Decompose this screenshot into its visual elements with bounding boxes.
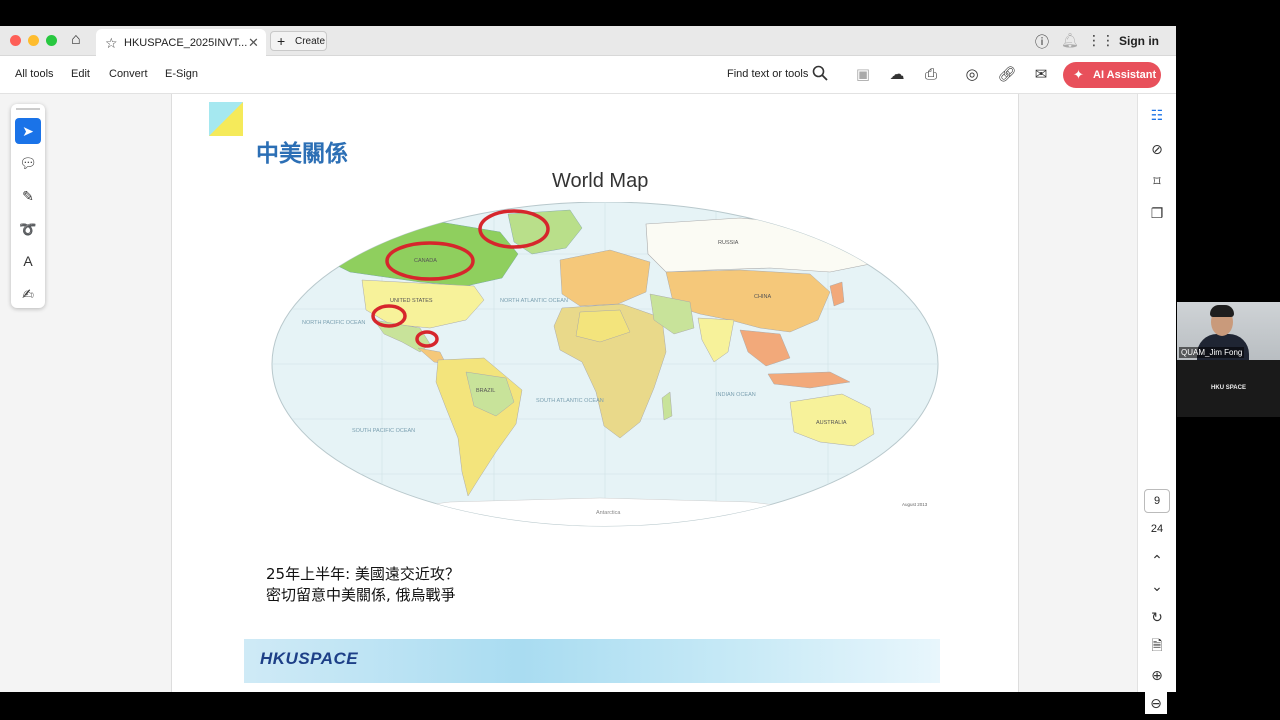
footer-banner: HKUSPACE [244,639,940,683]
minimize-window-icon[interactable] [28,35,39,46]
link-icon[interactable]: 🔗︎ [997,65,1017,85]
caption-line-2: 密切留意中美關係, 俄烏戰爭 [266,586,456,604]
page-settings-icon[interactable]: 🗎︎ [1146,634,1168,656]
refresh-icon[interactable]: ↻ [1146,606,1168,628]
label-south-atlantic: SOUTH ATLANTIC OCEAN [536,398,604,404]
comments-panel-icon[interactable]: ☷ [1146,104,1168,126]
pen-tool-icon[interactable]: ✎ [15,183,41,209]
share-icon[interactable]: ◎ [962,65,982,85]
quick-tools-bar: ➤ 💬︎ ✎ ➰ A ✍ [11,104,45,308]
ai-assistant-label: AI Assistant [1093,69,1157,81]
russia [645,217,881,273]
participant-video: QUAM_Jim Fong [1177,302,1280,360]
map-date: August 2013 [902,502,928,507]
right-panel: ☷ ⊘ ⌑ ❐ 9 24 ⌃ ⌄ ↻ 🗎︎ ⊕ [1137,94,1176,692]
attachments-icon[interactable]: ⊘ [1146,138,1168,160]
signature-tool-icon[interactable]: ✍ [15,281,41,307]
label-canada: CANADA [414,258,437,264]
map-title: World Map [552,170,649,192]
email-icon[interactable]: ✉ [1031,65,1051,85]
select-cursor-tool-icon[interactable]: ➤ [15,118,41,144]
pdf-page: 中美關係 World Map CANADA UNITED STATES BRAZ… [171,94,1019,692]
apps-grid-icon[interactable]: ⋮⋮ [1087,32,1115,49]
video-call-overlay: QUAM_Jim Fong HKU SPACE [1177,302,1280,417]
create-button[interactable]: + Create [270,31,327,51]
lasso-tool-icon[interactable]: ➰ [15,216,41,242]
label-china: CHINA [754,294,771,300]
caption-line-1: 25年上半年: 美國遠交近攻？ [266,565,460,583]
participant-org: HKU SPACE [1211,385,1246,391]
participant-tile: HKU SPACE [1177,360,1280,417]
label-indian-ocean: INDIAN OCEAN [716,392,756,398]
find-text-tools[interactable]: Find text or tools [727,68,808,80]
zoom-out-icon[interactable]: ⊖ [1145,692,1167,714]
pages-thumbnail-icon[interactable]: ❐ [1146,202,1168,224]
menu-all-tools[interactable]: All tools [15,68,54,80]
ai-assistant-icon: ✦ [1073,67,1084,82]
sign-in-button[interactable]: Sign in [1119,34,1159,48]
menu-convert[interactable]: Convert [109,68,148,80]
star-icon[interactable]: ☆ [105,35,118,52]
save-icon[interactable]: ▣ [853,65,873,85]
menu-e-sign[interactable]: E-Sign [165,68,198,80]
label-brazil: BRAZIL [476,388,495,394]
label-atlantic: NORTH ATLANTIC OCEAN [500,298,568,304]
hkuspace-logo: HKUSPACE [260,649,359,668]
label-antarctica: Antarctica [596,510,621,516]
chevron-down-icon[interactable]: ⌄ [1146,575,1168,597]
menu-edit[interactable]: Edit [71,68,90,80]
pdf-viewer-window: ⌂ ☆ HKUSPACE_2025INVT... ✕ + Create ⓘ 🔔︎… [0,26,1176,714]
document-area[interactable]: ➤ 💬︎ ✎ ➰ A ✍ 中美關係 World Map CANADA UNITE… [0,94,1137,692]
tab-title: HKUSPACE_2025INVT... [124,37,248,49]
label-united-states: UNITED STATES [390,298,433,304]
current-page-field[interactable]: 9 [1144,489,1170,513]
notification-bell-icon[interactable]: 🔔︎ [1061,32,1079,49]
maximize-window-icon[interactable] [46,35,57,46]
close-tab-icon[interactable]: ✕ [248,35,259,51]
chevron-up-icon[interactable]: ⌃ [1146,549,1168,571]
bookmark-icon[interactable]: ⌑ [1146,170,1168,192]
participant-hair [1210,305,1234,317]
drag-handle[interactable] [16,108,40,110]
label-south-pacific: SOUTH PACIFIC OCEAN [352,428,415,434]
ai-assistant-button[interactable]: ✦ AI Assistant [1063,62,1161,88]
main-toolbar: All tools Edit Convert E-Sign Find text … [0,56,1176,94]
print-icon[interactable]: ⎙ [921,65,941,85]
home-icon[interactable]: ⌂ [71,31,81,49]
label-north-pacific: NORTH PACIFIC OCEAN [302,320,365,326]
help-icon[interactable]: ⓘ [1035,32,1049,52]
participant-name: QUAM_Jim Fong [1179,347,1245,358]
text-tool-icon[interactable]: A [15,248,41,274]
search-icon[interactable] [810,65,830,85]
slide-title: 中美關係 [256,141,348,167]
world-map: CANADA UNITED STATES BRAZIL RUSSIA CHINA… [271,202,939,527]
upload-cloud-icon[interactable]: ☁ [887,65,907,85]
total-pages: 24 [1150,523,1164,535]
label-russia: RUSSIA [718,240,739,246]
zoom-in-icon[interactable]: ⊕ [1146,664,1168,686]
title-bar: ⌂ ☆ HKUSPACE_2025INVT... ✕ + Create ⓘ 🔔︎… [0,26,1176,56]
create-label: Create [295,36,326,47]
plus-icon: + [277,33,286,49]
document-tab[interactable]: ☆ HKUSPACE_2025INVT... ✕ [96,29,266,56]
comment-tool-icon[interactable]: 💬︎ [15,150,41,176]
close-window-icon[interactable] [10,35,21,46]
label-australia: AUSTRALIA [816,420,847,426]
